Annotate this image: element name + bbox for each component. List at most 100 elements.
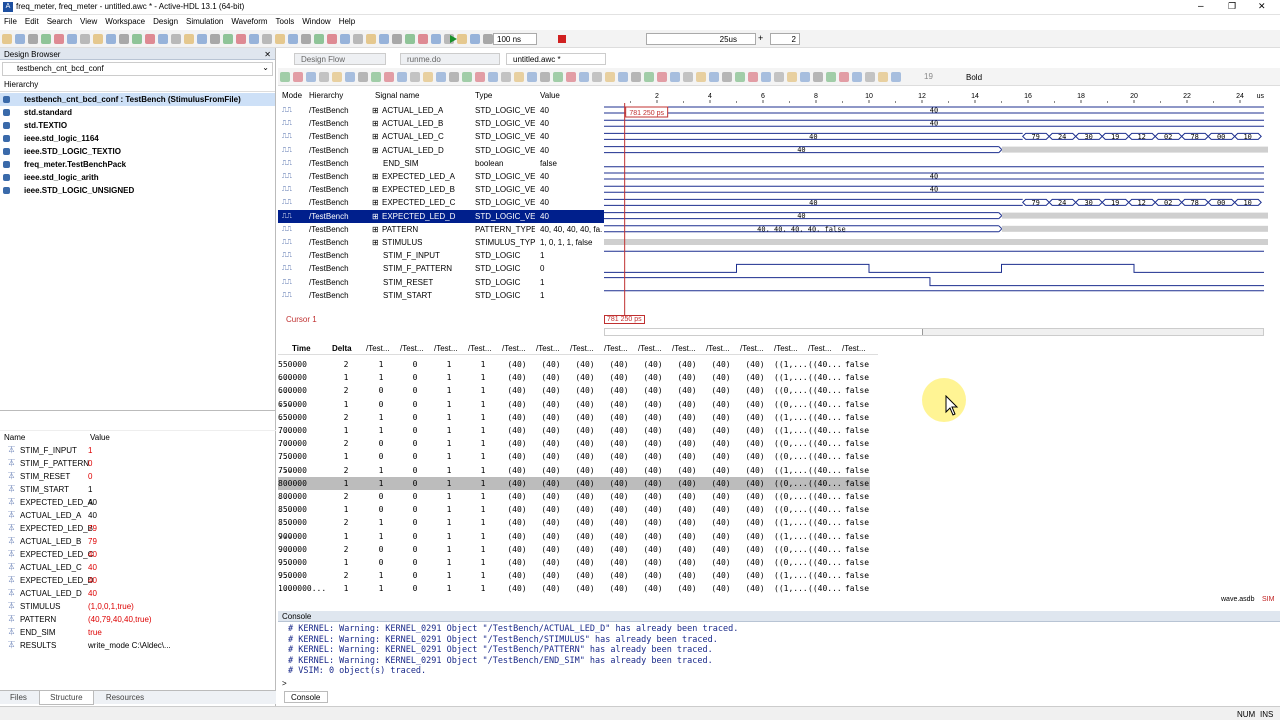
var-row[interactable]: ⏄ ACTUAL_LED_C 40	[0, 561, 276, 574]
toolbar-icon[interactable]	[223, 34, 233, 44]
wave-toolbar-icon[interactable]	[826, 72, 836, 82]
expand-icon[interactable]: ⊞	[372, 130, 379, 143]
expand-icon[interactable]: ⊞	[372, 236, 379, 249]
size-field[interactable]: 19	[924, 72, 933, 81]
tab-untitled-awc[interactable]: untitled.awc *	[506, 53, 606, 65]
toolbar-icon[interactable]	[28, 34, 38, 44]
table-row[interactable]: 700000 ... 2 0 0 1 1 (40) (40) (40) (40) (40) (40)(…	[278, 437, 870, 461]
toolbar-icon[interactable]	[457, 34, 467, 44]
toolbar-icon[interactable]	[353, 34, 363, 44]
table-row[interactable]: 600000 ... 2 0 0 1 1 (40) (40) (40) (40) (40) (40)(…	[278, 384, 870, 408]
table-row[interactable]: 850000 ... 1 0 0 1 1 (40) (40) (40) (40) (40) (40)(…	[278, 503, 870, 527]
list-column-header[interactable]: /Test...	[706, 342, 738, 355]
signal-row[interactable]: ⎍⎍ /TestBench ⊞ACTUAL_LED_A STD_LOGIC_VE...…	[278, 104, 604, 117]
wave-toolbar-icon[interactable]	[748, 72, 758, 82]
wave-toolbar-icon[interactable]	[852, 72, 862, 82]
wave-toolbar-icon[interactable]	[722, 72, 732, 82]
menu-view[interactable]: View	[76, 15, 101, 28]
toolbar-icon[interactable]	[288, 34, 298, 44]
table-row[interactable]: 650000 ... 1 0 0 1 1 (40) (40) (40) (40) (40) (40)(…	[278, 398, 870, 422]
hierarchy-item[interactable]: std.TEXTIO	[0, 119, 275, 132]
wave-toolbar-icon[interactable]	[891, 72, 901, 82]
signal-row[interactable]: ⎍⎍ /TestBench ⊞EXPECTED_LED_B STD_LOGIC_VE.…	[278, 183, 604, 196]
toolbar-icon[interactable]	[405, 34, 415, 44]
wave-toolbar-icon[interactable]	[306, 72, 316, 82]
hierarchy-item[interactable]: ieee.std_logic_1164	[0, 132, 275, 145]
toolbar-icon[interactable]	[119, 34, 129, 44]
wave-toolbar-icon[interactable]	[592, 72, 602, 82]
var-row[interactable]: ⏄ END_SIM true	[0, 626, 276, 639]
list-column-header[interactable]: /Test...	[808, 342, 840, 355]
wave-toolbar-icon[interactable]	[527, 72, 537, 82]
hierarchy-item[interactable]: freq_meter.TestBenchPack	[0, 158, 275, 171]
plus-button[interactable]: +	[758, 33, 763, 43]
list-column-header[interactable]: Delta	[332, 342, 364, 355]
menu-file[interactable]: File	[0, 15, 21, 28]
list-column-header[interactable]: /Test...	[638, 342, 670, 355]
var-row[interactable]: ⏄ ACTUAL_LED_B 79	[0, 535, 276, 548]
wave-toolbar-icon[interactable]	[501, 72, 511, 82]
wave-toolbar-icon[interactable]	[761, 72, 771, 82]
tab-files[interactable]: Files	[0, 691, 37, 704]
close-button[interactable]: ✕	[1258, 1, 1266, 12]
menu-waveform[interactable]: Waveform	[227, 15, 271, 28]
console-prompt[interactable]: >	[282, 679, 287, 688]
horizontal-scrollbar[interactable]	[604, 328, 1264, 336]
toolbar-icon[interactable]	[197, 34, 207, 44]
table-row[interactable]: 750000 ... 1 0 0 1 1 (40) (40) (40) (40) (40) (40)(…	[278, 450, 870, 474]
table-row[interactable]: 600000 ... 1 1 0 1 1 (40) (40) (40) (40) (40) (40)(…	[278, 371, 870, 395]
wave-toolbar-icon[interactable]	[462, 72, 472, 82]
var-row[interactable]: ⏄ EXPECTED_LED_C 40	[0, 548, 276, 561]
var-row[interactable]: ⏄ EXPECTED_LED_D 40	[0, 574, 276, 587]
expand-icon[interactable]: ⊞	[372, 117, 379, 130]
menu-tools[interactable]: Tools	[272, 15, 299, 28]
toolbar-icon[interactable]	[262, 34, 272, 44]
signal-row[interactable]: ⎍⎍ /TestBench STIM_START STD_LOGIC 1	[278, 289, 604, 302]
wave-toolbar-icon[interactable]	[566, 72, 576, 82]
table-row[interactable]: 650000 ... 2 1 0 1 1 (40) (40) (40) (40) (40) (40)(…	[278, 411, 870, 435]
time-field[interactable]: 25us	[646, 33, 756, 45]
wave-toolbar-icon[interactable]	[514, 72, 524, 82]
var-row[interactable]: ⏄ STIM_F_INPUT 1	[0, 444, 276, 457]
signal-row[interactable]: ⎍⎍ /TestBench ⊞ STIMULUS STIMULUS_TYPE 1, 0, …	[278, 236, 604, 249]
toolbar-icon[interactable]	[158, 34, 168, 44]
toolbar-icon[interactable]	[106, 34, 116, 44]
expand-icon[interactable]: ⊞	[372, 183, 379, 196]
var-row[interactable]: ⏄ ACTUAL_LED_D 40	[0, 587, 276, 600]
toolbar-icon[interactable]	[41, 34, 51, 44]
toolbar-icon[interactable]	[80, 34, 90, 44]
console-tab[interactable]: Console	[284, 691, 328, 703]
table-row[interactable]: 900000 ... 2 0 0 1 1 (40) (40) (40) (40) (40) (40)(…	[278, 543, 870, 567]
signal-row[interactable]: ⎍⎍ /TestBench STIM_F_PATTERN STD_LOGIC 0	[278, 262, 604, 275]
toolbar-icon[interactable]	[314, 34, 324, 44]
var-row[interactable]: ⏄ EXPECTED_LED_B 79	[0, 522, 276, 535]
menu-edit[interactable]: Edit	[21, 15, 43, 28]
var-row[interactable]: ⏄ STIM_RESET 0	[0, 470, 276, 483]
signal-row[interactable]: ⎍⎍ /TestBench ⊞ACTUAL_LED_B STD_LOGIC_VE...…	[278, 117, 604, 130]
wave-toolbar-icon[interactable]	[657, 72, 667, 82]
expand-icon[interactable]: ⊞	[372, 104, 379, 117]
wave-toolbar-icon[interactable]	[800, 72, 810, 82]
wave-toolbar-icon[interactable]	[384, 72, 394, 82]
expand-icon[interactable]: ⊞	[372, 144, 379, 157]
table-row[interactable]: 1000000... 1 1 0 1 1 (40) (40) (40) (40) (40) (40) (…	[278, 582, 870, 595]
wave-toolbar-icon[interactable]	[605, 72, 615, 82]
signal-row[interactable]: ⎍⎍ /TestBench STIM_RESET STD_LOGIC 1	[278, 276, 604, 289]
expand-icon[interactable]: ⊞	[372, 170, 379, 183]
wave-toolbar-icon[interactable]	[371, 72, 381, 82]
wave-toolbar-icon[interactable]	[839, 72, 849, 82]
stop-icon[interactable]	[558, 35, 566, 43]
toolbar-icon[interactable]	[327, 34, 337, 44]
signal-row[interactable]: ⎍⎍ /TestBench ⊞EXPECTED_LED_A STD_LOGIC_VE.…	[278, 170, 604, 183]
table-row[interactable]: 950000 ... 1 0 0 1 1 (40) (40) (40) (40) (40) (40)(…	[278, 556, 870, 580]
signal-row[interactable]: ⎍⎍ /TestBench ⊞ACTUAL_LED_D STD_LOGIC_VE...…	[278, 144, 604, 157]
minimize-button[interactable]: –	[1198, 1, 1204, 12]
wave-toolbar-icon[interactable]	[631, 72, 641, 82]
toolbar-icon[interactable]	[132, 34, 142, 44]
wave-toolbar-icon[interactable]	[436, 72, 446, 82]
signal-row[interactable]: ⎍⎍ /TestBench ⊞ PATTERN PATTERN_TYPE 40, 40, …	[278, 223, 604, 236]
tab-structure[interactable]: Structure	[39, 691, 94, 705]
var-row[interactable]: ⏄ STIM_F_PATTERN 0	[0, 457, 276, 470]
wave-toolbar-icon[interactable]	[683, 72, 693, 82]
wave-toolbar-icon[interactable]	[319, 72, 329, 82]
